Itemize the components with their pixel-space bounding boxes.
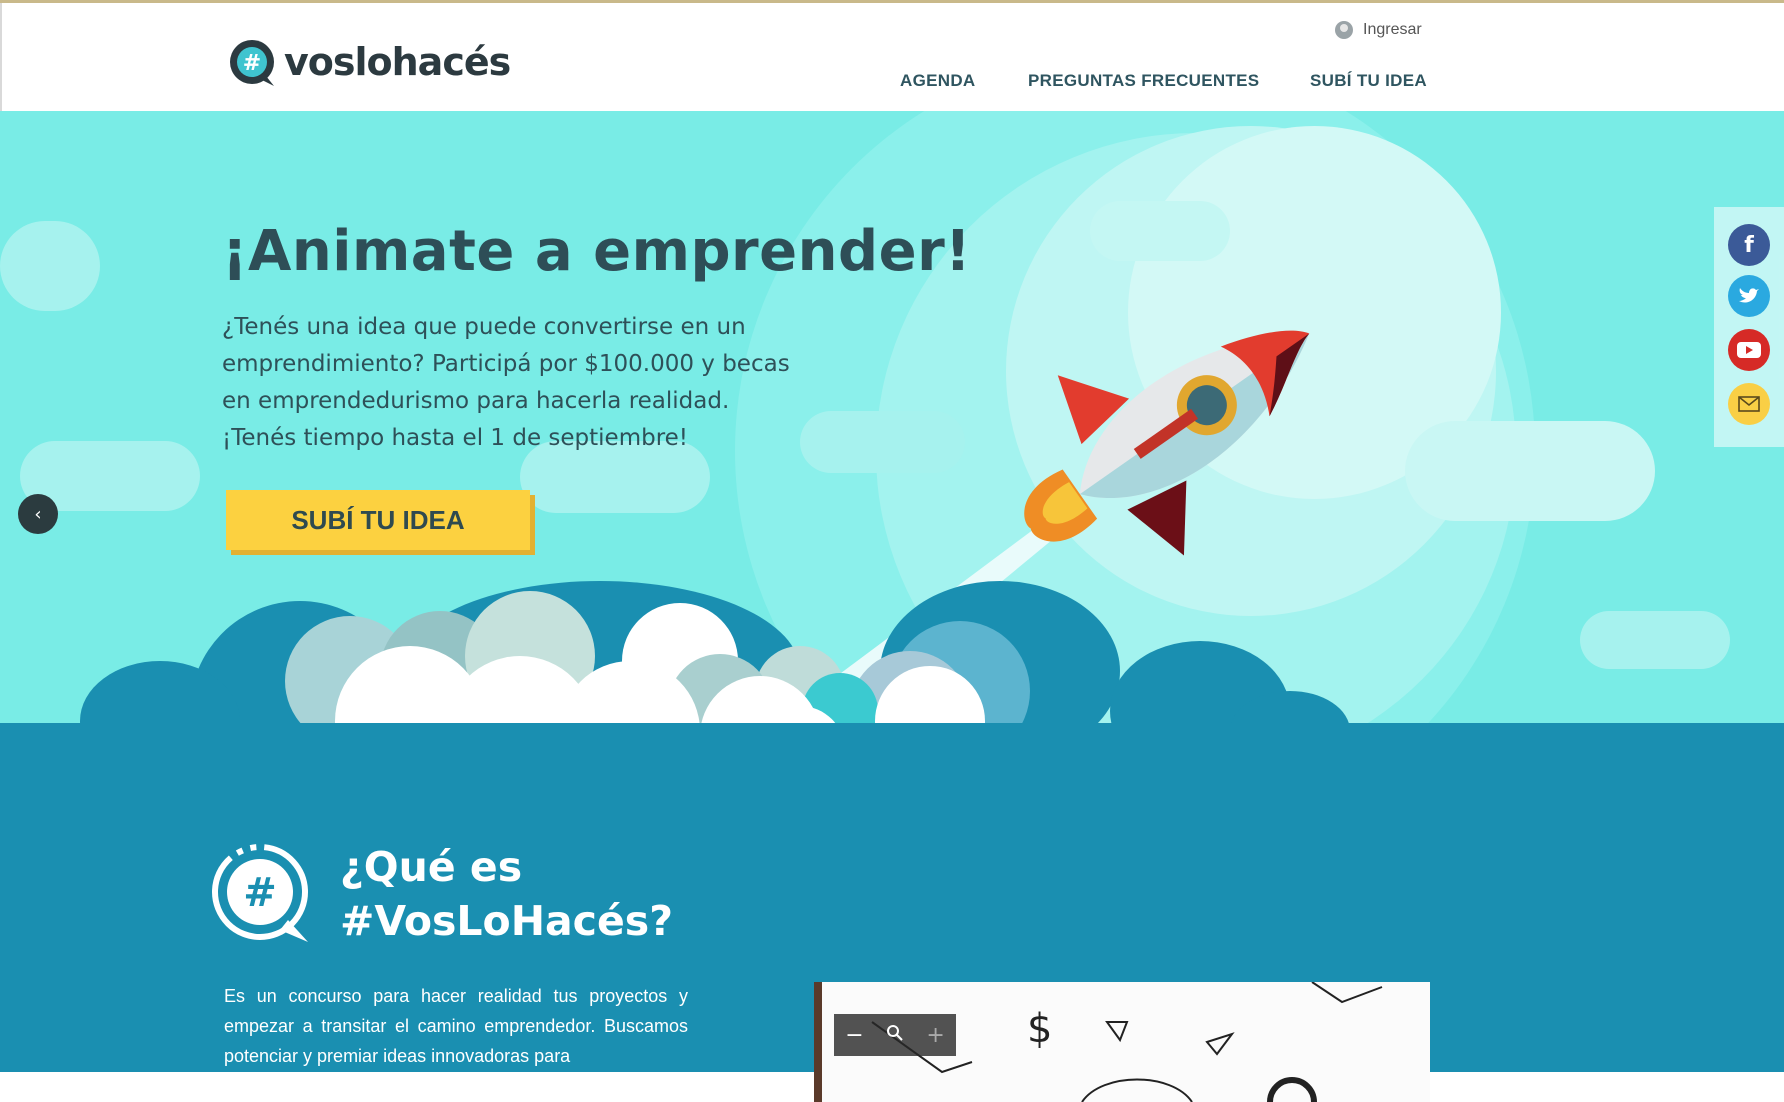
user-icon <box>1335 21 1353 39</box>
about-text: Es un concurso para hacer realidad tus p… <box>224 986 688 1066</box>
svg-text:#: # <box>243 870 277 916</box>
zoom-icon[interactable] <box>886 1023 904 1048</box>
chevron-left-icon[interactable]: ‹ <box>18 494 58 534</box>
facebook-icon[interactable]: f <box>1728 224 1770 266</box>
submit-idea-button[interactable]: SUBÍ TU IDEA <box>226 490 530 550</box>
hero-text: ¿Tenés una idea que puede convertirse en… <box>222 314 790 451</box>
mail-icon[interactable] <box>1728 383 1770 425</box>
social-bar: f <box>1714 207 1784 447</box>
zoom-in-button[interactable]: + <box>926 1023 944 1048</box>
site-header: # voslohacés Ingresar AGENDA PREGUNTAS F… <box>0 3 1784 111</box>
zoom-out-button[interactable]: − <box>845 1023 863 1048</box>
about-title-line1: ¿Qué es <box>340 843 523 891</box>
about-title: ¿Qué es #VosLoHacés? <box>340 840 673 948</box>
login-label: Ingresar <box>1363 21 1422 38</box>
hashtag-logo-icon: # <box>230 40 274 86</box>
about-section: # ¿Qué es #VosLoHacés? Es un concurso pa… <box>0 723 1784 1102</box>
about-title-line2: #VosLoHacés? <box>340 897 673 945</box>
nav-submit-idea[interactable]: SUBÍ TU IDEA <box>1310 71 1427 91</box>
login-link[interactable]: Ingresar <box>1335 21 1422 39</box>
hero-banner: ¡Animate a emprender! ¿Tenés una idea qu… <box>0 111 1784 723</box>
hero-title: ¡Animate a emprender! <box>222 219 972 284</box>
twitter-icon[interactable] <box>1728 275 1770 317</box>
youtube-icon[interactable] <box>1728 329 1770 371</box>
sketch-image: $ − + <box>814 982 1430 1102</box>
zoom-controls: − + <box>834 1014 956 1056</box>
nav-agenda[interactable]: AGENDA <box>900 71 975 91</box>
nav-faq[interactable]: PREGUNTAS FRECUENTES <box>1028 71 1259 91</box>
site-logo[interactable]: # voslohacés <box>226 36 511 88</box>
svg-text:#: # <box>243 51 261 76</box>
logo-text: voslohacés <box>284 40 511 84</box>
svg-text:$: $ <box>1027 1006 1052 1052</box>
hashtag-badge-icon: # <box>212 844 308 942</box>
